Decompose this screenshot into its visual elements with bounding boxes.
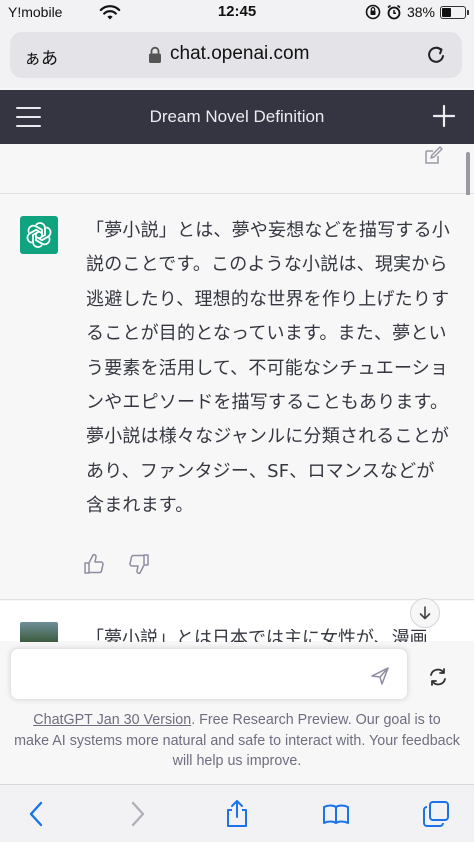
lock-icon <box>149 46 161 63</box>
battery-icon <box>440 5 469 19</box>
next-message-text: 「夢小説」とは日本では主に女性が、漫画 <box>86 628 428 642</box>
assistant-message-text: 「夢小説」とは、夢や妄想などを描写する小説のことです。このような小説は、現実から… <box>86 220 450 517</box>
share-icon[interactable] <box>222 799 252 829</box>
book-icon[interactable] <box>321 799 351 829</box>
send-icon[interactable] <box>370 666 390 686</box>
browser-address-area: ぁあ chat.openai.com <box>0 26 474 88</box>
openai-logo-icon <box>20 216 58 254</box>
avatar <box>20 622 58 642</box>
battery-percent: 38% <box>406 4 435 20</box>
conversation-title: Dream Novel Definition <box>149 107 325 126</box>
message-input[interactable] <box>23 663 363 687</box>
plus-icon[interactable] <box>432 104 456 128</box>
arrow-down-icon <box>419 606 431 620</box>
tabs-icon[interactable] <box>421 799 451 829</box>
orientation-lock-icon <box>365 4 381 20</box>
regenerate-icon[interactable] <box>427 666 449 688</box>
url-domain[interactable]: chat.openai.com <box>170 43 309 65</box>
edit-icon[interactable] <box>423 146 443 166</box>
status-right: 38% <box>365 4 469 20</box>
version-link[interactable]: ChatGPT Jan 30 Version <box>33 712 191 728</box>
reload-icon[interactable] <box>424 43 448 67</box>
browser-toolbar <box>0 784 474 842</box>
footer-disclaimer: ChatGPT Jan 30 Version. Free Research Pr… <box>14 710 460 772</box>
forward-icon[interactable] <box>122 799 152 829</box>
app-header: Dream Novel Definition <box>0 90 474 144</box>
alarm-icon <box>387 4 401 20</box>
message-input-box[interactable] <box>10 648 408 700</box>
scroll-to-bottom-button[interactable] <box>410 598 440 628</box>
text-size-button[interactable]: ぁあ <box>24 44 58 69</box>
status-bar: Y!mobile 12:45 38% <box>0 0 474 26</box>
thumbs-down-icon[interactable] <box>128 553 150 575</box>
back-icon[interactable] <box>22 799 52 829</box>
thumbs-up-icon[interactable] <box>83 553 105 575</box>
address-bar[interactable]: ぁあ chat.openai.com <box>10 32 462 78</box>
previous-user-message <box>0 144 474 194</box>
